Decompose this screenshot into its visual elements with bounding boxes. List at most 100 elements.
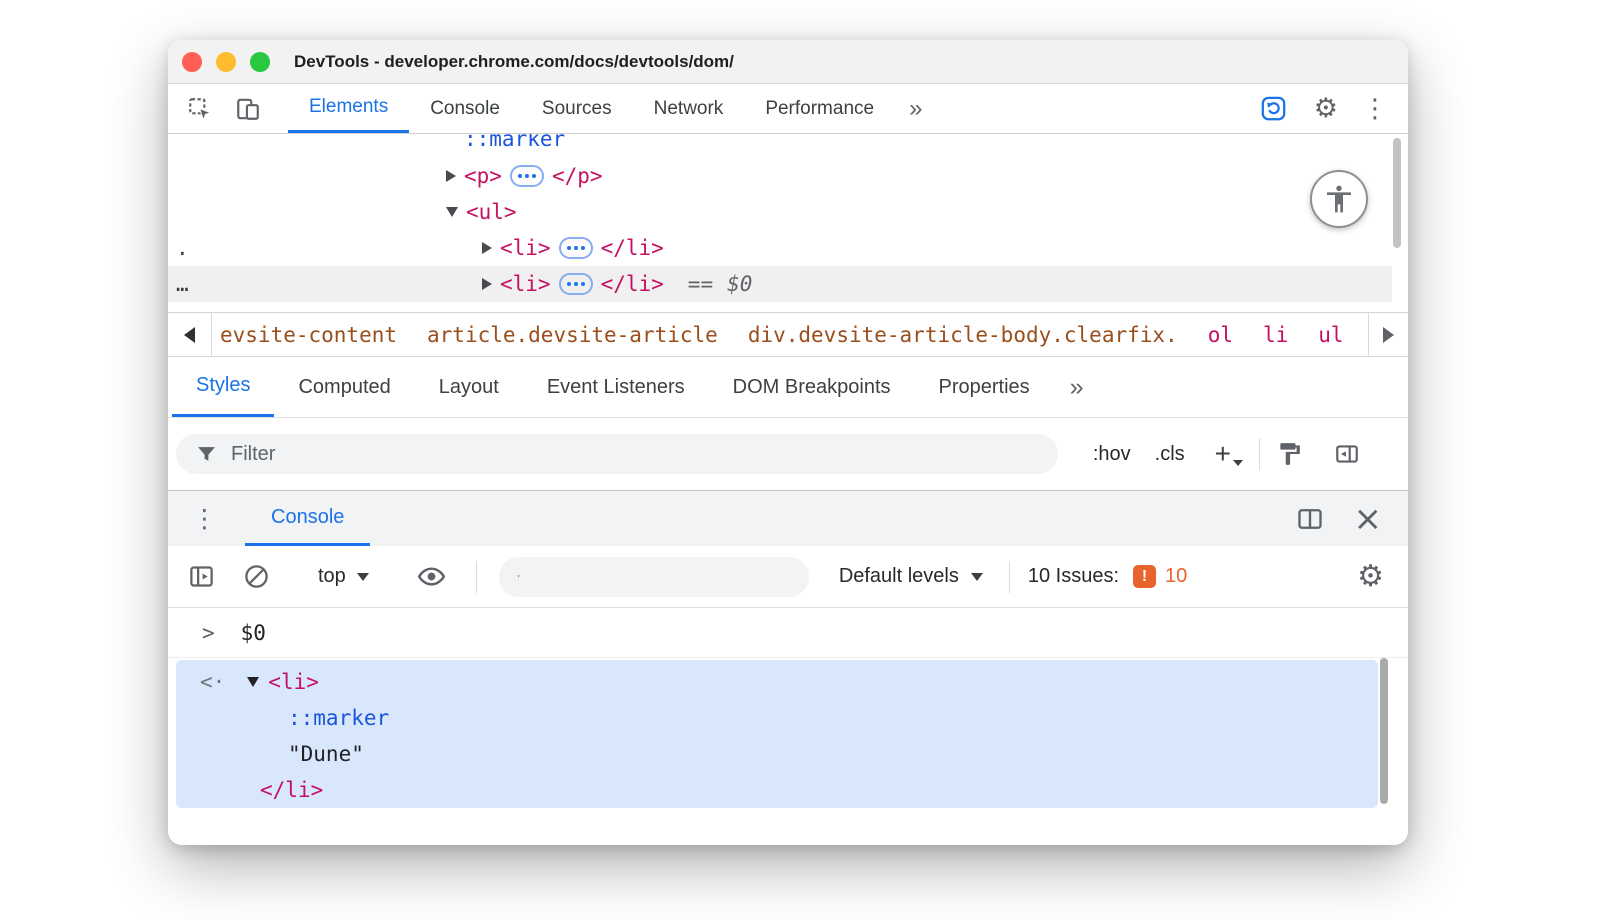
tree-row-li-selected[interactable]: … <li> </li> == $0 xyxy=(168,266,1392,302)
tab-console-drawer[interactable]: Console xyxy=(245,491,370,546)
console-history-entry[interactable]: > $0 xyxy=(168,608,1408,658)
inline-expand-icon[interactable] xyxy=(559,237,593,259)
rendering-emulation-icon[interactable] xyxy=(1276,441,1302,467)
breadcrumb-item[interactable]: ol xyxy=(1208,323,1233,347)
tab-performance[interactable]: Performance xyxy=(744,84,895,133)
result-pseudo-marker: ::marker xyxy=(288,706,389,730)
tag-open: <ul> xyxy=(466,200,517,224)
tab-sources[interactable]: Sources xyxy=(521,84,633,133)
live-expression-eye-icon[interactable] xyxy=(417,562,446,591)
log-levels-dropdown[interactable]: Default levels xyxy=(839,565,983,588)
devtools-window: DevTools - developer.chrome.com/docs/dev… xyxy=(168,40,1408,845)
breadcrumb-scroll-left-icon[interactable] xyxy=(168,313,212,356)
elements-scrollbar-thumb[interactable] xyxy=(1393,138,1401,248)
clear-console-icon[interactable] xyxy=(243,563,270,590)
inspect-element-icon[interactable] xyxy=(184,93,216,125)
expand-arrow-icon[interactable] xyxy=(482,278,492,290)
context-label: top xyxy=(318,565,346,588)
expand-arrow-icon[interactable] xyxy=(482,242,492,254)
tree-row-ul[interactable]: <ul> xyxy=(168,194,1392,230)
device-posture-sync-icon[interactable] xyxy=(1258,93,1290,125)
tab-properties[interactable]: Properties xyxy=(915,357,1054,417)
toggle-hover-state-button[interactable]: :hov xyxy=(1093,443,1131,466)
device-toolbar-icon[interactable] xyxy=(232,93,264,125)
tab-network[interactable]: Network xyxy=(633,84,745,133)
tag-close: </p> xyxy=(552,164,603,188)
console-toolbar: top Default levels 10 Issues: ! 10 ⚙ xyxy=(168,546,1408,608)
breadcrumb-item[interactable]: div.devsite-article-body.clearfix. xyxy=(748,323,1178,347)
split-panel-icon[interactable] xyxy=(1296,505,1324,533)
styles-filter-input[interactable] xyxy=(231,443,1046,466)
inline-expand-icon[interactable] xyxy=(559,273,593,295)
expand-arrow-icon[interactable] xyxy=(446,170,456,182)
more-style-tabs-icon[interactable]: » xyxy=(1054,357,1100,417)
breadcrumb-bar: evsite-content article.devsite-article d… xyxy=(168,312,1408,357)
dollar-zero-marker: $0 xyxy=(727,272,752,296)
console-scrollbar-thumb[interactable] xyxy=(1380,658,1388,804)
console-drawer-header: ⋮ Console × xyxy=(168,490,1408,546)
tree-row-p[interactable]: <p> </p> xyxy=(168,158,1392,194)
breadcrumb-item[interactable]: evsite-content xyxy=(220,323,397,347)
evaluated-expression: $0 xyxy=(241,621,266,645)
close-window-button[interactable] xyxy=(182,52,202,72)
close-drawer-icon[interactable]: × xyxy=(1354,502,1383,536)
filter-funnel-icon xyxy=(196,444,217,465)
tag-open: <li> xyxy=(500,236,551,260)
console-result-block[interactable]: <· <li> ::marker "Dune" </li> xyxy=(176,660,1378,808)
tree-row-marker[interactable]: ::marker xyxy=(168,134,1392,157)
toggle-sidebar-icon[interactable] xyxy=(1334,441,1360,467)
equals-marker: == xyxy=(688,272,713,296)
issues-count[interactable]: 10 xyxy=(1165,565,1187,588)
divider xyxy=(1009,561,1010,593)
breadcrumb: evsite-content article.devsite-article d… xyxy=(212,320,1368,350)
settings-gear-icon[interactable]: ⚙ xyxy=(1314,95,1338,122)
main-menu-kebab-icon[interactable]: ⋮ xyxy=(1362,96,1388,122)
javascript-context-dropdown[interactable]: top xyxy=(318,565,369,588)
console-settings-gear-icon[interactable]: ⚙ xyxy=(1357,562,1384,592)
pseudo-element-label: ::marker xyxy=(464,134,565,151)
breadcrumb-item[interactable]: article.devsite-article xyxy=(427,323,718,347)
breadcrumb-item[interactable]: ul xyxy=(1318,323,1343,347)
tag-close: </li> xyxy=(601,236,664,260)
tab-layout[interactable]: Layout xyxy=(415,357,523,417)
tab-computed[interactable]: Computed xyxy=(274,357,414,417)
console-filter-input[interactable] xyxy=(532,565,797,588)
breadcrumb-item[interactable]: li xyxy=(1263,323,1288,347)
divider xyxy=(476,561,477,593)
new-style-rule-icon[interactable]: + xyxy=(1215,440,1231,468)
result-tag-close: </li> xyxy=(260,778,323,802)
tab-elements[interactable]: Elements xyxy=(288,84,409,133)
toolbar-right-actions: ⚙ ⋮ xyxy=(1258,93,1408,125)
tab-event-listeners[interactable]: Event Listeners xyxy=(523,357,709,417)
divider xyxy=(1259,438,1260,470)
prompt-chevron: > xyxy=(202,621,215,645)
window-title: DevTools - developer.chrome.com/docs/dev… xyxy=(294,52,734,72)
tab-dom-breakpoints[interactable]: DOM Breakpoints xyxy=(709,357,915,417)
result-line: <· <li> xyxy=(200,665,319,699)
styles-filter-actions: :hov .cls + xyxy=(1093,418,1408,490)
tab-styles[interactable]: Styles xyxy=(172,357,274,417)
drawer-menu-kebab-icon[interactable]: ⋮ xyxy=(168,506,217,531)
collapse-arrow-icon[interactable] xyxy=(446,207,458,217)
show-console-sidebar-icon[interactable] xyxy=(188,563,215,590)
issues-label: 10 Issues: xyxy=(1028,565,1119,588)
styles-filter-bar: :hov .cls + xyxy=(168,418,1408,490)
zoom-window-button[interactable] xyxy=(250,52,270,72)
toggle-class-button[interactable]: .cls xyxy=(1155,443,1185,466)
console-filter-field[interactable] xyxy=(499,557,809,597)
wrap-margin-mark: … xyxy=(176,272,202,296)
tree-row-li[interactable]: . <li> </li> xyxy=(168,230,1392,266)
collapse-arrow-icon[interactable] xyxy=(247,677,259,687)
more-panels-icon[interactable]: » xyxy=(895,84,936,133)
result-line: "Dune" xyxy=(288,737,364,771)
inline-expand-icon[interactable] xyxy=(510,165,544,187)
tab-console[interactable]: Console xyxy=(409,84,521,133)
breadcrumb-scroll-right-icon[interactable] xyxy=(1368,313,1408,356)
styles-filter-field[interactable] xyxy=(176,434,1058,474)
issues-warning-icon[interactable]: ! xyxy=(1133,565,1156,588)
titlebar: DevTools - developer.chrome.com/docs/dev… xyxy=(168,40,1408,84)
main-toolbar: Elements Console Sources Network Perform… xyxy=(168,84,1408,134)
minimize-window-button[interactable] xyxy=(216,52,236,72)
tag-open: <p> xyxy=(464,164,502,188)
result-tag-open: <li> xyxy=(268,670,319,694)
